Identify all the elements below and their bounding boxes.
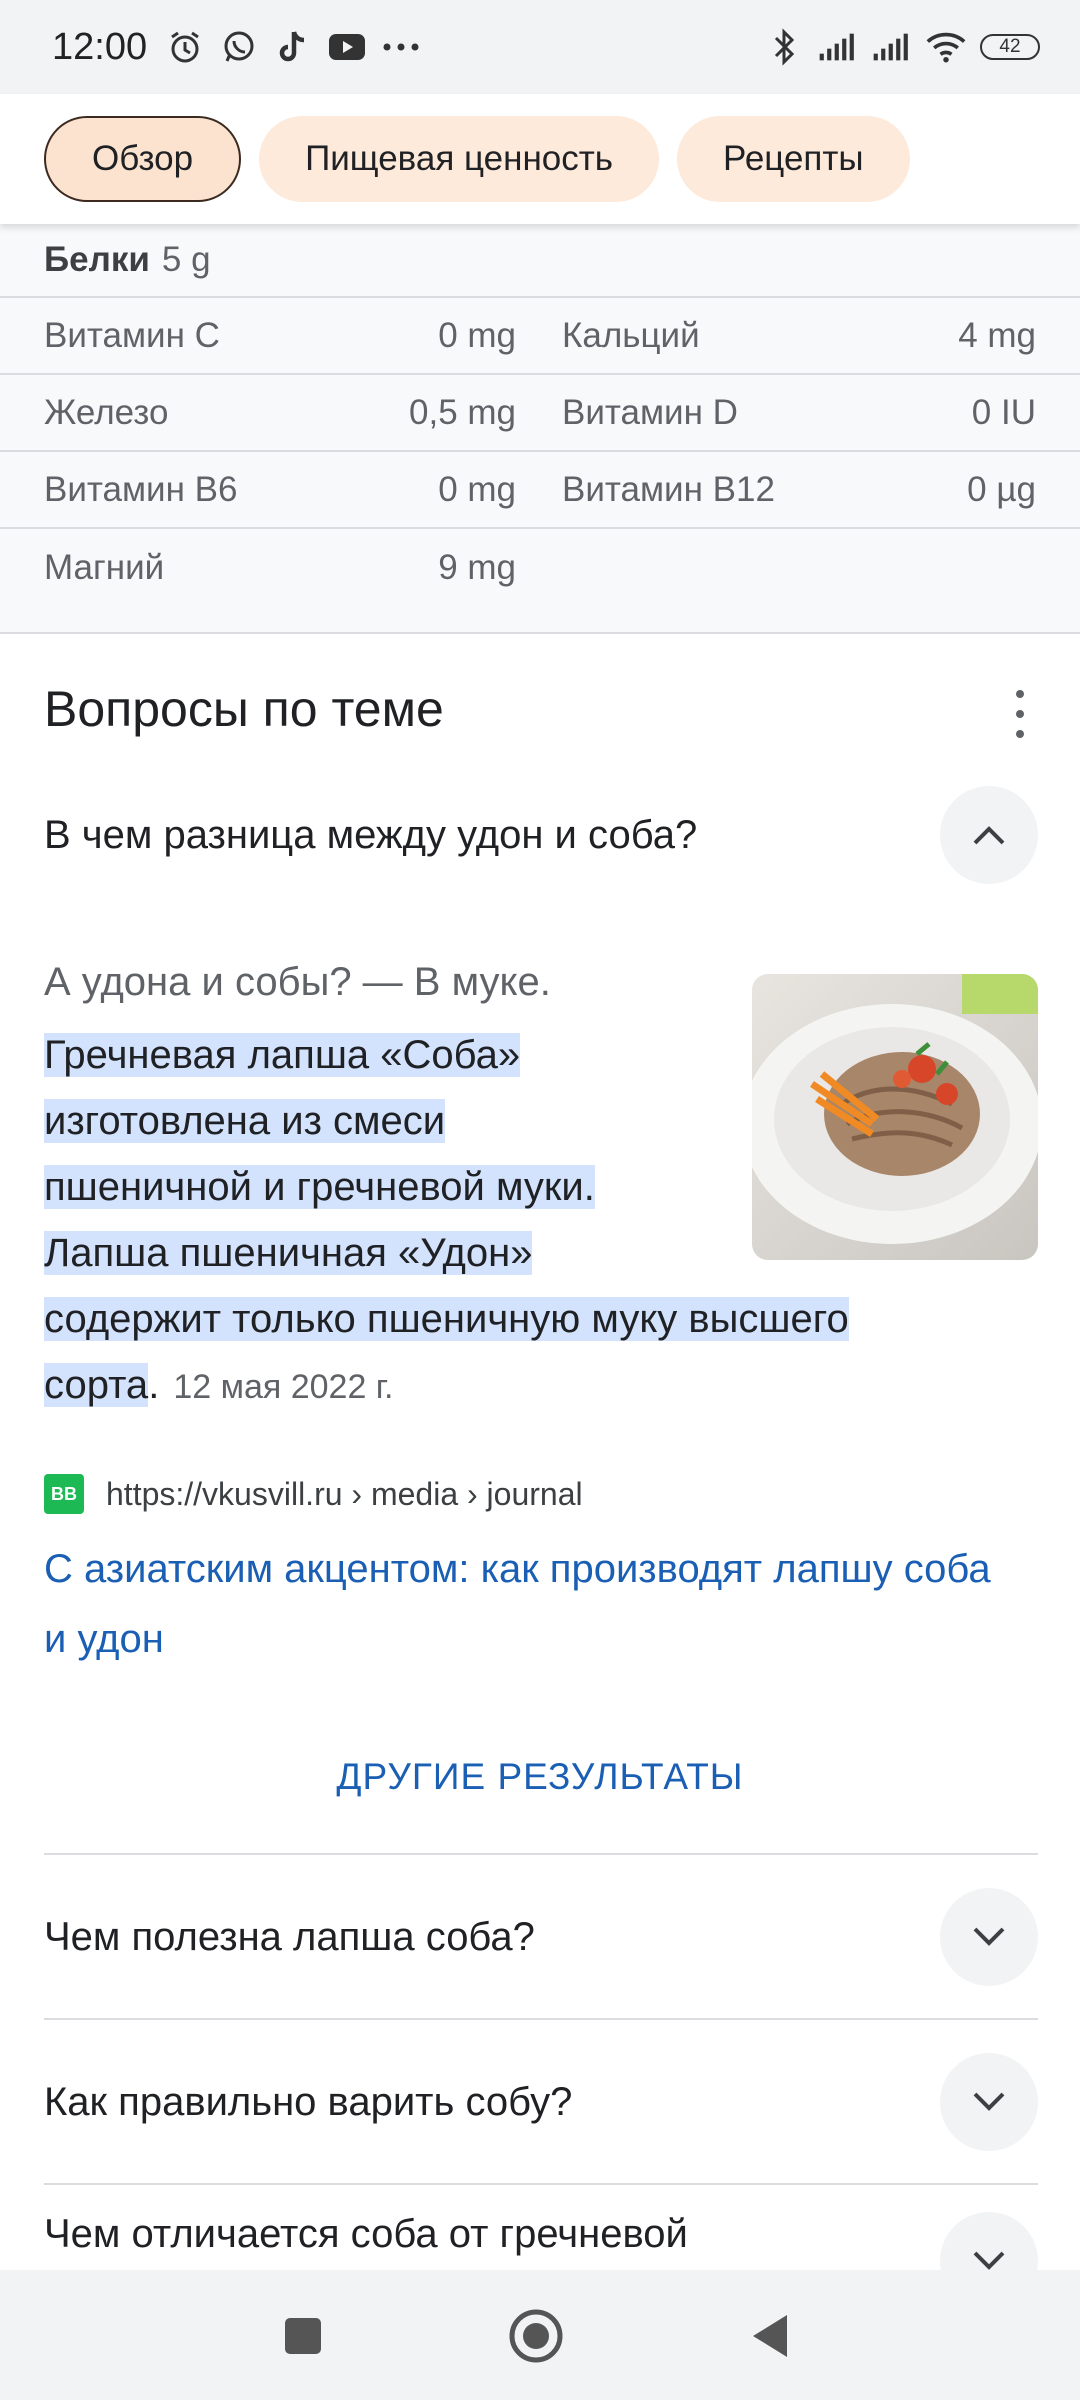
question-collapsed[interactable]: Как правильно варить собу? — [44, 2053, 1038, 2151]
battery-icon: 42 — [980, 34, 1040, 60]
nutrient-label: Магний — [44, 547, 165, 587]
youtube-icon — [327, 27, 367, 67]
divider — [44, 2018, 1038, 2020]
divider — [44, 2183, 1038, 2185]
nutrient-label: Кальций — [562, 315, 700, 355]
answer-intro: А удона и собы? — В муке. — [44, 960, 551, 1004]
more-dots-icon — [381, 27, 421, 67]
nutrient-value: 4 mg — [958, 315, 1036, 355]
nutrient-value: 0 IU — [971, 392, 1036, 432]
square-icon — [285, 2318, 321, 2354]
tiktok-icon — [273, 27, 313, 67]
protein-value: 5 g — [161, 240, 211, 279]
signal-icon — [872, 27, 912, 67]
status-bar: 12:00 42 — [0, 0, 1080, 94]
bluetooth-icon — [764, 27, 804, 67]
recents-button[interactable] — [273, 2306, 333, 2366]
section-title: Вопросы по теме — [44, 681, 444, 737]
tab-overview[interactable]: Обзор — [44, 116, 242, 202]
home-button[interactable] — [506, 2306, 566, 2366]
answer-date: 12 мая 2022 г. — [173, 1368, 394, 1406]
nutrient-value: 0 mg — [438, 315, 516, 355]
highlight-line: Гречневая лапша «Соба» — [44, 1033, 521, 1077]
chevron-up-icon — [973, 826, 1005, 845]
nutrient-label: Железо — [44, 392, 169, 432]
tab-bar: Обзор Пищевая ценность Рецепты — [0, 94, 1080, 224]
tab-recipes[interactable]: Рецепты — [677, 116, 910, 202]
table-row: Магний 9 mg — [0, 529, 1080, 606]
question-collapsed[interactable]: Чем полезна лапша соба? — [44, 1888, 1038, 1986]
nutrient-label: Витамин B6 — [44, 469, 238, 509]
nutrient-label: Витамин B12 — [562, 469, 775, 509]
nutrient-value: 9 mg — [438, 547, 516, 587]
more-results-button[interactable]: ДРУГИЕ РЕЗУЛЬТАТЫ — [0, 1756, 1080, 1798]
protein-row: Белки 5 g — [0, 224, 1080, 298]
protein-label: Белки — [44, 240, 150, 279]
signal-icon — [818, 27, 858, 67]
nutrient-label: Витамин C — [44, 315, 220, 355]
expand-button[interactable] — [940, 1888, 1038, 1986]
back-triangle-icon — [753, 2315, 787, 2357]
highlight-line: пшеничной и гречневой муки. — [44, 1165, 595, 1209]
chevron-down-icon — [973, 1927, 1005, 1946]
table-row: Железо 0,5 mg Витамин D 0 IU — [0, 375, 1080, 452]
question-text: В чем разница между удон и соба? — [44, 812, 698, 857]
soba-noodles-image[interactable] — [752, 974, 1038, 1260]
expand-button[interactable] — [940, 2053, 1038, 2151]
alarm-icon — [165, 27, 205, 67]
source-row[interactable]: BB https://vkusvill.ru › media › journal — [44, 1474, 583, 1514]
collapse-button[interactable] — [940, 786, 1038, 884]
question-text: Как правильно варить собу? — [44, 2079, 573, 2124]
result-link[interactable]: С азиатским акцентом: как производят лап… — [44, 1534, 1024, 1674]
back-button[interactable] — [740, 2306, 800, 2366]
highlight-line: изготовлена из смеси — [44, 1099, 446, 1143]
answer-tail: . — [148, 1363, 160, 1407]
question-expanded[interactable]: В чем разница между удон и соба? — [44, 786, 1038, 884]
question-text: Чем полезна лапша соба? — [44, 1914, 535, 1959]
circle-icon — [509, 2309, 563, 2363]
tab-nutrition[interactable]: Пищевая ценность — [259, 116, 660, 202]
whatsapp-icon — [219, 27, 259, 67]
nutrient-value: 0,5 mg — [409, 392, 516, 432]
status-time: 12:00 — [52, 25, 148, 68]
divider — [0, 632, 1080, 634]
divider — [44, 1853, 1038, 1855]
source-url: https://vkusvill.ru › media › journal — [106, 1475, 583, 1512]
site-favicon: BB — [44, 1474, 84, 1514]
wifi-icon — [926, 27, 966, 67]
more-options-icon[interactable] — [1000, 690, 1040, 738]
nutrition-table: Белки 5 g Витамин C 0 mg Кальций 4 mg Желе… — [0, 224, 1080, 634]
nutrient-value: 0 µg — [967, 469, 1036, 509]
highlight-line: сорта — [44, 1363, 149, 1407]
question-text: Чем отличается соба от гречневой — [44, 2212, 688, 2256]
chevron-down-icon — [973, 2092, 1005, 2111]
nutrient-label: Витамин D — [562, 392, 738, 432]
table-row: Витамин C 0 mg Кальций 4 mg — [0, 298, 1080, 375]
table-row: Витамин B6 0 mg Витамин B12 0 µg — [0, 452, 1080, 529]
nutrient-value: 0 mg — [438, 469, 516, 509]
highlight-line: содержит только пшеничную муку высшего — [44, 1297, 849, 1341]
highlight-line: Лапша пшеничная «Удон» — [44, 1231, 533, 1275]
chevron-down-icon — [973, 2251, 1005, 2270]
